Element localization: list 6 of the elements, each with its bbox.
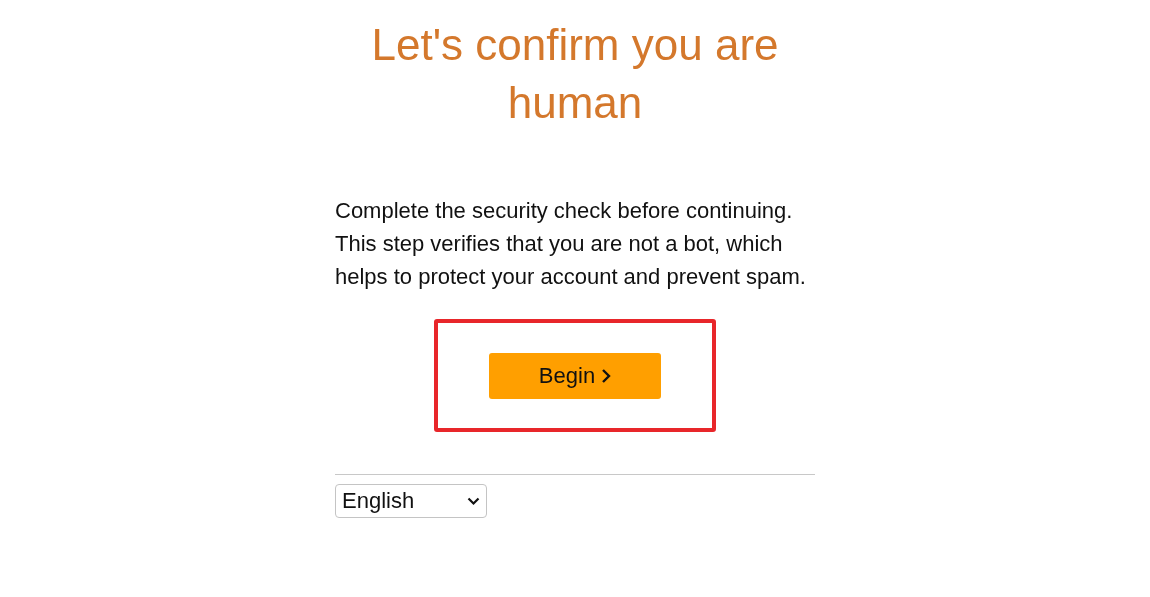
language-select[interactable]: English: [335, 484, 487, 518]
chevron-down-icon: [467, 496, 480, 506]
chevron-right-icon: [601, 367, 612, 384]
page-title: Let's confirm you are human: [370, 19, 780, 129]
security-message: Complete the security check before continuing. This step verifies that you are not a bot, which helps to protect your account and prevent spam.: [335, 197, 807, 291]
begin-button[interactable]: Begin: [489, 352, 661, 399]
